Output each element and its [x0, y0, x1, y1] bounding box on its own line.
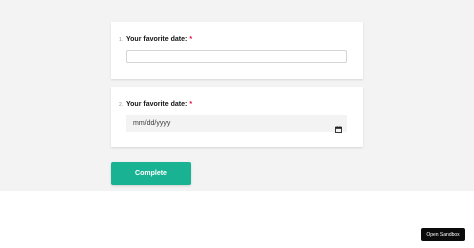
question-title: Your favorite date:	[126, 36, 188, 43]
question-card-1: 1. Your favorite date: *	[111, 22, 363, 79]
page: 1. Your favorite date: * 2. Your favorit…	[0, 0, 474, 248]
question-header-2: 2. Your favorite date: *	[119, 101, 192, 108]
calendar-icon[interactable]	[335, 120, 342, 133]
date-placeholder: mm/dd/yyyy	[133, 120, 171, 127]
open-sandbox-button[interactable]: Open Sandbox	[421, 228, 465, 241]
required-marker: *	[189, 101, 193, 108]
question-header-1: 1. Your favorite date: *	[119, 36, 192, 43]
favorite-date-picker-input[interactable]: mm/dd/yyyy	[126, 115, 347, 133]
question-number: 2.	[119, 102, 124, 108]
question-number: 1.	[119, 37, 124, 43]
required-marker: *	[189, 36, 193, 43]
favorite-date-text-input[interactable]	[126, 50, 347, 63]
question-card-2: 2. Your favorite date: * mm/dd/yyyy	[111, 87, 363, 147]
complete-button[interactable]: Complete	[111, 162, 191, 185]
question-title: Your favorite date:	[126, 101, 188, 108]
